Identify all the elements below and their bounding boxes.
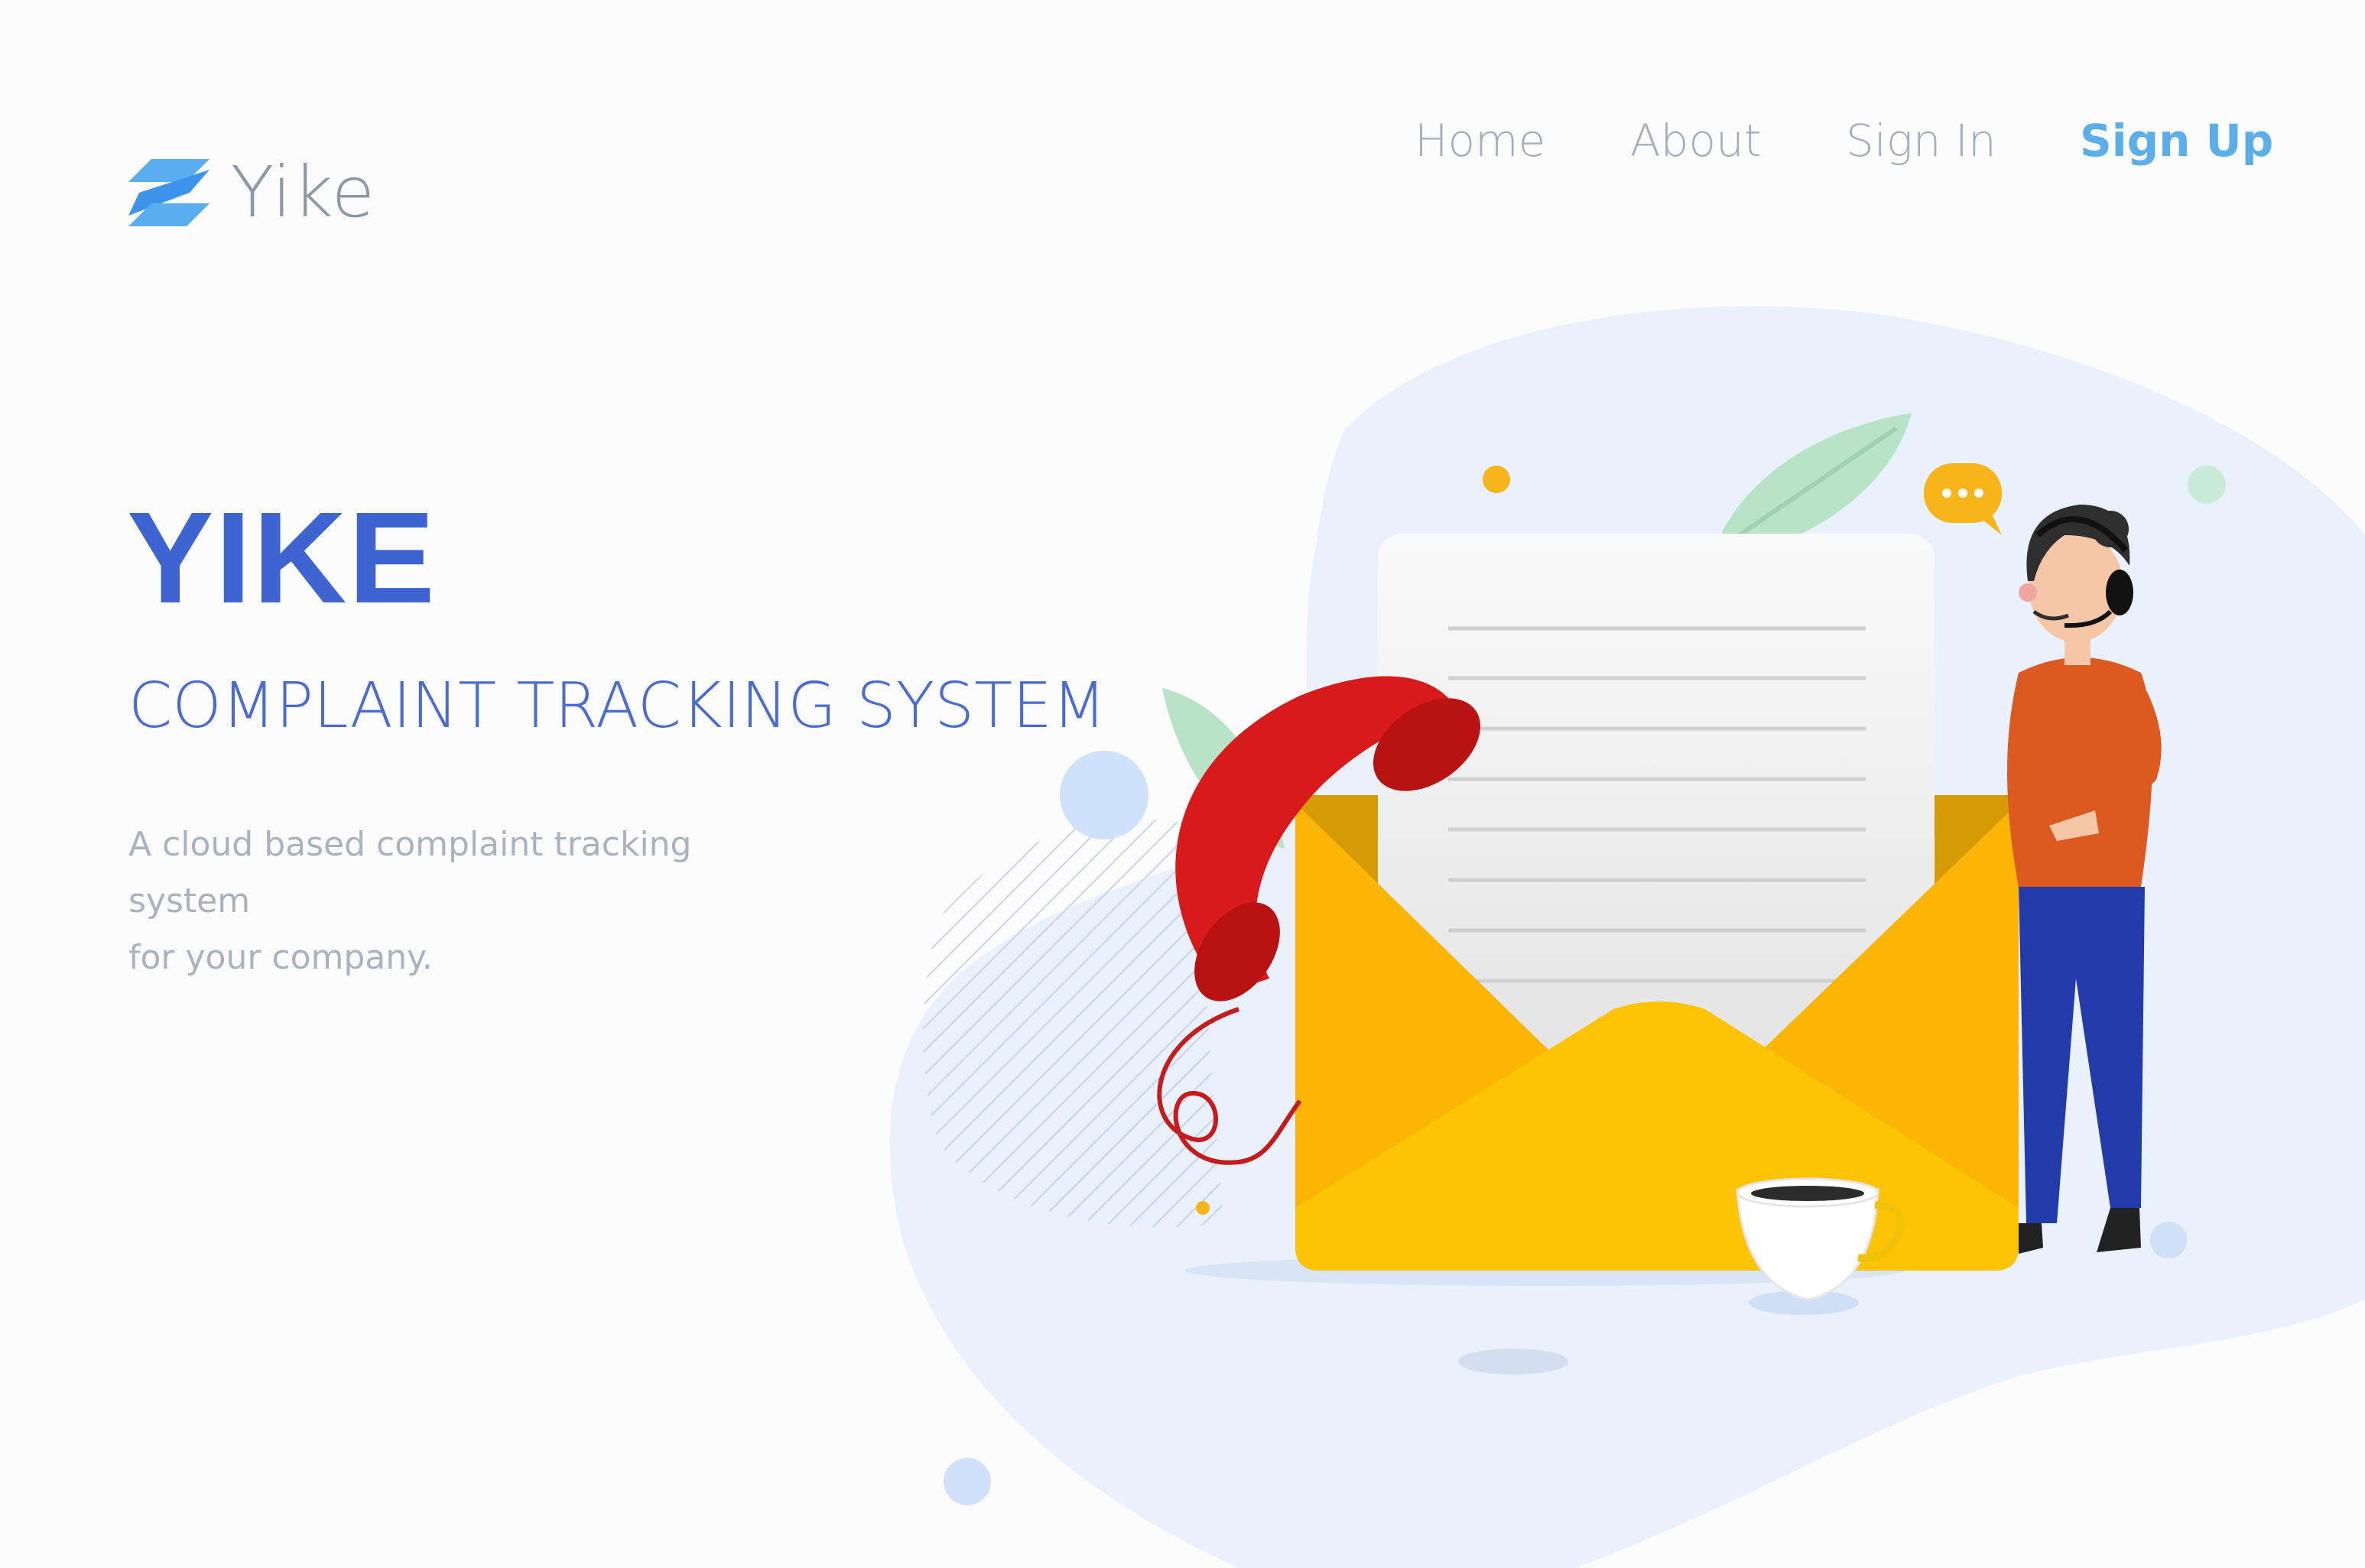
landing-page: Yike Home About Sign In Sign Up YIKE COM… xyxy=(0,0,2365,1568)
nav-link-about[interactable]: About xyxy=(1630,115,1761,167)
dot-decoration xyxy=(1196,1201,1210,1215)
dot-decoration xyxy=(2188,466,2226,504)
hero-subtitle: COMPLAINT TRACKING SYSTEM xyxy=(128,670,1106,742)
hero-description: A cloud based complaint tracking system … xyxy=(128,816,801,986)
nav-link-home[interactable]: Home xyxy=(1415,115,1545,167)
hero-description-line: A cloud based complaint tracking system xyxy=(128,825,692,920)
top-navigation: Home About Sign In Sign Up xyxy=(1415,115,2273,176)
hero-description-line: for your company. xyxy=(128,938,433,977)
brand-name: Yike xyxy=(231,151,376,233)
envelope-icon xyxy=(1295,534,2019,1271)
dot-decoration xyxy=(1483,466,1510,493)
hero-illustration xyxy=(889,306,2365,1568)
dot-decoration xyxy=(2150,1222,2187,1258)
hero-title: YIKE xyxy=(127,485,437,631)
nav-link-sign-in[interactable]: Sign In xyxy=(1846,115,1996,167)
logo-icon xyxy=(128,158,210,226)
dot-decoration xyxy=(1060,751,1148,839)
nav-link-sign-up[interactable]: Sign Up xyxy=(2080,115,2273,167)
brand-logo[interactable]: Yike xyxy=(128,151,375,233)
dot-decoration xyxy=(944,1458,991,1505)
